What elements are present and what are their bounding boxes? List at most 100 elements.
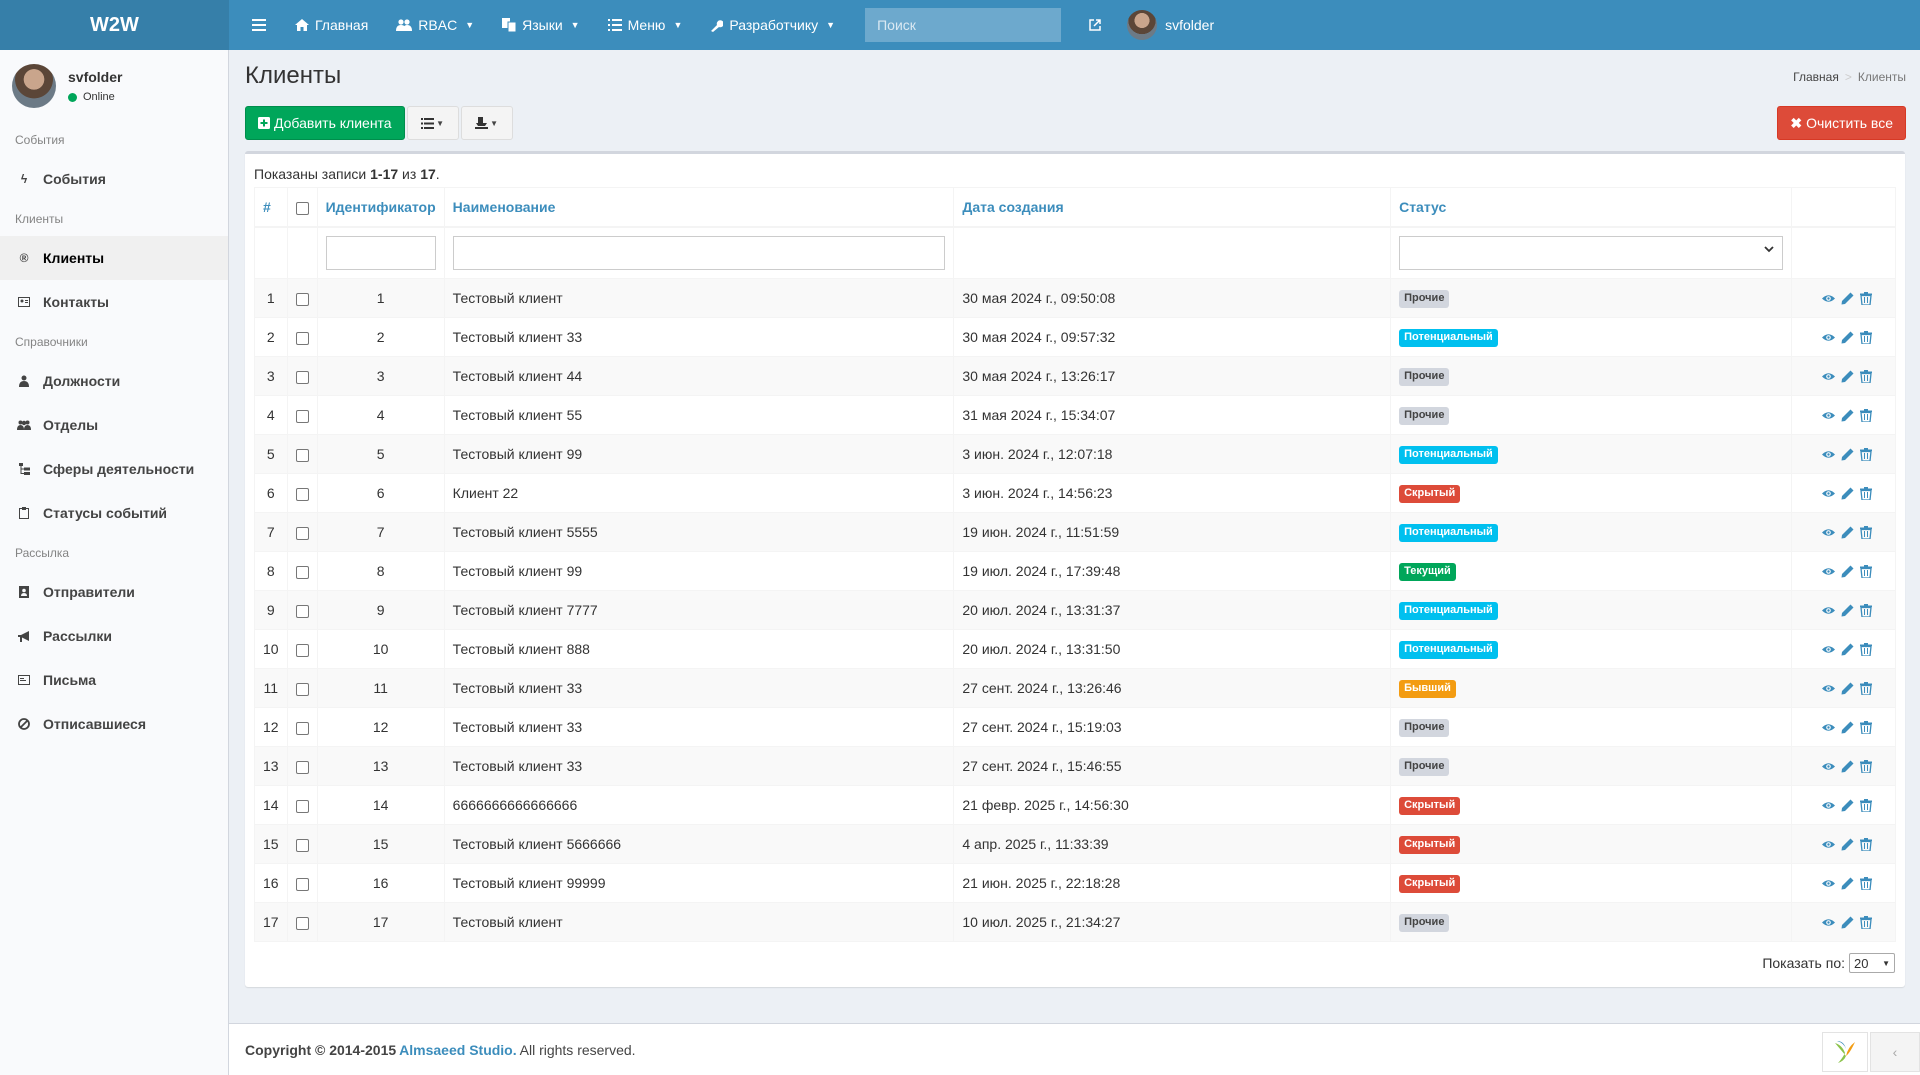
nav-rbac[interactable]: RBAC ▼ — [382, 0, 488, 50]
select-all-checkbox[interactable] — [295, 201, 309, 215]
row-checkbox[interactable] — [295, 838, 309, 852]
view-button[interactable] — [1822, 643, 1835, 656]
export-button[interactable]: ▼ — [460, 106, 513, 140]
clear-all-button[interactable]: ✖ Очистить все — [1777, 106, 1906, 140]
yii-debug-toolbar-button[interactable] — [1822, 1032, 1868, 1072]
column-header-id[interactable]: Идентификатор — [316, 187, 445, 228]
view-button[interactable] — [1822, 877, 1835, 890]
sidebar-item-positions[interactable]: Должности — [0, 359, 228, 403]
edit-button[interactable] — [1841, 799, 1854, 812]
delete-button[interactable] — [1860, 837, 1873, 851]
view-button[interactable] — [1822, 331, 1835, 344]
row-checkbox[interactable] — [295, 604, 309, 618]
sidebar-item-events[interactable]: ϟ События — [0, 157, 228, 201]
delete-button[interactable] — [1860, 486, 1873, 500]
edit-button[interactable] — [1841, 409, 1854, 422]
delete-button[interactable] — [1860, 408, 1873, 422]
edit-button[interactable] — [1841, 487, 1854, 500]
add-client-button[interactable]: Добавить клиента — [245, 106, 405, 140]
delete-button[interactable] — [1860, 564, 1873, 578]
delete-button[interactable] — [1860, 876, 1873, 890]
delete-button[interactable] — [1860, 915, 1873, 929]
edit-button[interactable] — [1841, 331, 1854, 344]
search-input[interactable] — [865, 8, 1062, 42]
view-button[interactable] — [1822, 799, 1835, 812]
delete-button[interactable] — [1860, 798, 1873, 812]
view-button[interactable] — [1822, 526, 1835, 539]
nav-menu[interactable]: Меню ▼ — [594, 0, 697, 50]
row-checkbox[interactable] — [295, 721, 309, 735]
delete-button[interactable] — [1860, 642, 1873, 656]
column-header-created[interactable]: Дата создания — [953, 187, 1392, 228]
row-checkbox[interactable] — [295, 799, 309, 813]
edit-button[interactable] — [1841, 760, 1854, 773]
row-checkbox[interactable] — [295, 760, 309, 774]
delete-button[interactable] — [1860, 759, 1873, 773]
delete-button[interactable] — [1860, 447, 1873, 461]
user-menu[interactable]: svfolder — [1127, 10, 1214, 40]
sidebar-toggle-button[interactable] — [237, 0, 281, 50]
edit-button[interactable] — [1841, 682, 1854, 695]
view-button[interactable] — [1822, 448, 1835, 461]
row-checkbox[interactable] — [295, 409, 309, 423]
view-button[interactable] — [1822, 292, 1835, 305]
sidebar-item-event-statuses[interactable]: Статусы событий — [0, 491, 228, 535]
sidebar-item-clients[interactable]: ® Клиенты — [0, 236, 228, 280]
delete-button[interactable] — [1860, 291, 1873, 305]
row-checkbox[interactable] — [295, 916, 309, 930]
edit-button[interactable] — [1841, 916, 1854, 929]
columns-toggle-button[interactable]: ▼ — [406, 106, 459, 140]
view-button[interactable] — [1822, 682, 1835, 695]
view-button[interactable] — [1822, 838, 1835, 851]
row-checkbox[interactable] — [295, 487, 309, 501]
status-filter-select[interactable] — [1399, 235, 1784, 270]
app-logo[interactable]: W2W — [0, 0, 229, 50]
view-button[interactable] — [1822, 487, 1835, 500]
edit-button[interactable] — [1841, 292, 1854, 305]
name-filter-input[interactable] — [452, 235, 946, 270]
row-checkbox[interactable] — [295, 682, 309, 696]
row-checkbox[interactable] — [295, 565, 309, 579]
column-header-status[interactable]: Статус — [1390, 187, 1793, 228]
delete-button[interactable] — [1860, 603, 1873, 617]
breadcrumb-home-link[interactable]: Главная — [1793, 70, 1839, 84]
view-button[interactable] — [1822, 409, 1835, 422]
sidebar-item-letters[interactable]: Письма — [0, 658, 228, 702]
row-checkbox[interactable] — [295, 877, 309, 891]
row-checkbox[interactable] — [295, 292, 309, 306]
edit-button[interactable] — [1841, 604, 1854, 617]
view-button[interactable] — [1822, 370, 1835, 383]
debug-toolbar-toggle[interactable]: ‹ — [1870, 1032, 1920, 1072]
view-button[interactable] — [1822, 565, 1835, 578]
row-checkbox[interactable] — [295, 331, 309, 345]
sidebar-item-departments[interactable]: Отделы — [0, 403, 228, 447]
view-button[interactable] — [1822, 721, 1835, 734]
sidebar-item-contacts[interactable]: Контакты — [0, 280, 228, 324]
row-checkbox[interactable] — [295, 448, 309, 462]
view-button[interactable] — [1822, 916, 1835, 929]
edit-button[interactable] — [1841, 370, 1854, 383]
row-checkbox[interactable] — [295, 643, 309, 657]
nav-home[interactable]: Главная — [281, 0, 382, 50]
nav-languages[interactable]: Языки ▼ — [488, 0, 593, 50]
edit-button[interactable] — [1841, 838, 1854, 851]
delete-button[interactable] — [1860, 720, 1873, 734]
external-link-button[interactable] — [1089, 19, 1109, 31]
sidebar-item-activity-areas[interactable]: Сферы деятельности — [0, 447, 228, 491]
row-checkbox[interactable] — [295, 370, 309, 384]
delete-button[interactable] — [1860, 525, 1873, 539]
nav-developer[interactable]: Разработчику ▼ — [696, 0, 849, 50]
view-button[interactable] — [1822, 604, 1835, 617]
company-link[interactable]: Almsaeed Studio. — [399, 1042, 516, 1058]
edit-button[interactable] — [1841, 721, 1854, 734]
delete-button[interactable] — [1860, 330, 1873, 344]
edit-button[interactable] — [1841, 526, 1854, 539]
delete-button[interactable] — [1860, 369, 1873, 383]
column-header-name[interactable]: Наименование — [443, 187, 955, 228]
id-filter-input[interactable] — [325, 235, 436, 270]
sidebar-item-senders[interactable]: Отправители — [0, 570, 228, 614]
delete-button[interactable] — [1860, 681, 1873, 695]
sidebar-item-unsubscribed[interactable]: Отписавшиеся — [0, 702, 228, 746]
sidebar-item-mailings[interactable]: Рассылки — [0, 614, 228, 658]
edit-button[interactable] — [1841, 643, 1854, 656]
